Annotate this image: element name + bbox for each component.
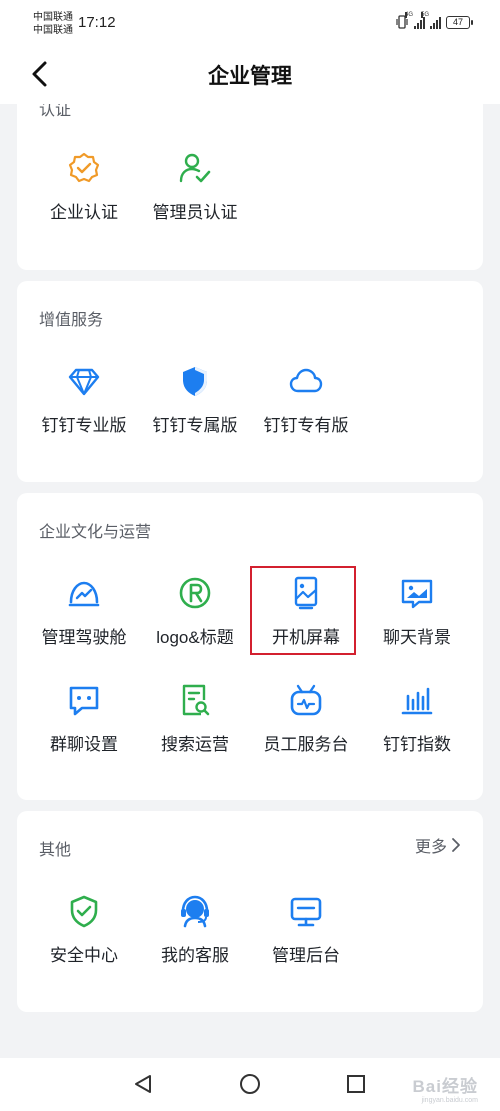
menu-item-group-chat-settings[interactable]: 群聊设置 [28,682,140,755]
menu-item-label: 管理后台 [272,946,340,965]
user-check-icon [179,153,211,183]
watermark-logo: Bai经验 jingyan.baidu.com [412,1077,478,1104]
more-label: 更多 [414,839,447,856]
value-added-card: 增值服务 钉钉专业版 钉钉专属版 钉钉专有版 [17,281,483,482]
menu-item-dingtalk-private[interactable]: 钉钉专有版 [250,363,362,436]
menu-item-label: 钉钉专属版 [152,416,238,435]
menu-item-label: 员工服务台 [263,735,349,754]
menu-item-label: 管理驾驶舱 [41,628,127,647]
menu-item-security-center[interactable]: 安全中心 [28,893,140,966]
menu-item-dingtalk-pro[interactable]: 钉钉专业版 [28,363,140,436]
page-title: 企业管理 [208,65,292,88]
chevron-right-icon [452,838,460,852]
chat-background-icon [401,579,433,609]
menu-item-label: 聊天背景 [383,628,451,647]
other-card: 其他 更多 安全中心 我的客服 管理后台 [17,811,483,1012]
robot-icon [290,684,322,716]
menu-item-label: 钉钉指数 [383,735,451,754]
menu-item-management-cockpit[interactable]: 管理驾驶舱 [28,575,140,648]
menu-item-enterprise-auth[interactable]: 企业认证 [28,150,140,223]
status-bar: 中国联通 中国联通 17:12 4G 5G 47 [0,0,500,44]
registered-icon [179,577,211,609]
more-link[interactable]: 更多 [415,833,461,857]
cloud-icon [289,368,323,393]
status-time: 17:12 [78,14,116,31]
menu-item-label: 企业认证 [50,203,118,222]
menu-item-label: 管理员认证 [152,203,238,222]
section-title-value-added: 增值服务 [39,312,104,329]
nav-recents-icon[interactable] [345,1073,367,1095]
battery-icon: 47 [446,15,473,29]
menu-item-label: logo&标题 [156,628,234,647]
menu-item-employee-service-desk[interactable]: 员工服务台 [250,682,362,755]
menu-item-chat-background[interactable]: 聊天背景 [361,575,473,648]
menu-item-admin-auth[interactable]: 管理员认证 [139,150,251,223]
chat-bubble-icon [69,686,99,716]
headset-icon [181,895,209,928]
highlight-box [250,566,356,655]
menu-item-label: 安全中心 [50,946,118,965]
menu-item-dingtalk-index[interactable]: 钉钉指数 [361,682,473,755]
menu-item-admin-console[interactable]: 管理后台 [250,893,362,966]
gauge-icon [68,581,100,607]
menu-item-search-operations[interactable]: 搜索运营 [139,682,251,755]
menu-item-my-customer-service[interactable]: 我的客服 [139,893,251,966]
diamond-icon [68,368,100,396]
shield-check-icon [70,895,98,928]
navigation-bar: 企业管理 [0,44,500,104]
monitor-icon [290,897,322,927]
system-navigation-bar: Bai经验 jingyan.baidu.com [0,1058,500,1111]
carrier-2: 中国联通 [33,25,73,36]
nav-home-icon[interactable] [239,1073,261,1095]
search-document-icon [182,684,210,716]
menu-item-label: 钉钉专有版 [263,416,349,435]
menu-item-label: 群聊设置 [50,735,118,754]
section-title-auth: 认证 [39,104,72,119]
status-icons: 4G 5G 47 [395,11,473,29]
shield-icon [183,367,207,396]
nav-back-icon[interactable] [132,1073,154,1095]
carrier-1: 中国联通 [33,12,73,23]
menu-item-label: 我的客服 [161,946,229,965]
menu-item-dingtalk-exclusive[interactable]: 钉钉专属版 [139,363,251,436]
section-title-culture: 企业文化与运营 [39,524,152,541]
menu-item-label: 钉钉专业版 [41,416,127,435]
auth-card: 认证 企业认证 管理员认证 [17,104,483,270]
bar-chart-icon [401,687,433,715]
menu-item-logo-title[interactable]: logo&标题 [139,575,251,648]
carrier-info: 中国联通 中国联通 [33,11,73,37]
menu-item-label: 搜索运营 [161,735,229,754]
badge-check-icon [68,152,100,183]
section-title-other: 其他 [39,842,72,859]
signal-icon: 5G [421,11,441,29]
